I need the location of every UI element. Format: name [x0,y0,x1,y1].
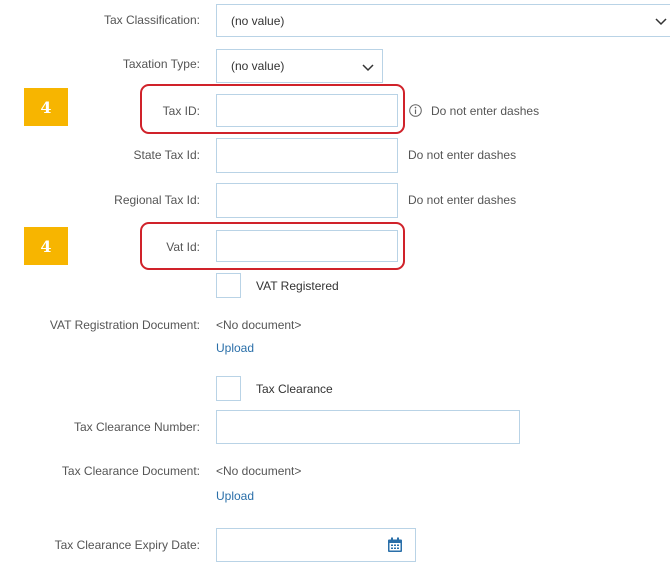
vat-registration-upload-link[interactable]: Upload [216,341,254,355]
taxation-type-select[interactable]: (no value) [216,49,383,83]
tax-clearance-checkbox[interactable] [216,376,241,401]
info-icon [409,104,422,117]
taxation-type-label: Taxation Type: [122,57,200,71]
taxation-type-value: (no value) [231,59,285,73]
state-tax-id-hint: Do not enter dashes [408,148,517,162]
regional-tax-id-label: Regional Tax Id: [114,193,200,207]
tax-id-hint: Do not enter dashes [431,104,540,118]
tax-classification-label: Tax Classification: [103,13,200,27]
vat-registered-checkbox[interactable] [216,273,241,298]
tax-clearance-document-label: Tax Clearance Document: [61,464,200,478]
step-badge: 4 [24,227,68,265]
chevron-down-icon [362,64,374,72]
state-tax-id-label: State Tax Id: [133,148,201,162]
tax-id-highlight [140,84,405,134]
chevron-down-icon [655,18,667,26]
tax-clearance-number-label: Tax Clearance Number: [73,420,200,434]
vat-id-highlight [140,222,405,270]
regional-tax-id-hint: Do not enter dashes [408,193,517,207]
tax-clearance-document-value: <No document> [216,464,302,478]
tax-classification-select[interactable]: (no value) [216,4,670,37]
tax-clearance-label: Tax Clearance [256,382,333,396]
tax-clearance-number-input[interactable] [216,410,520,444]
vat-registration-document-value: <No document> [216,318,302,332]
tax-clearance-expiry-date-label: Tax Clearance Expiry Date: [54,538,200,552]
tax-clearance-upload-link[interactable]: Upload [216,489,254,503]
tax-clearance-expiry-date-input[interactable] [216,528,416,562]
step-badge: 4 [24,88,68,126]
tax-classification-value: (no value) [231,14,285,28]
vat-registration-document-label: VAT Registration Document: [49,318,200,332]
state-tax-id-input[interactable] [216,138,398,173]
regional-tax-id-input[interactable] [216,183,398,218]
vat-registered-label: VAT Registered [256,279,339,293]
calendar-icon[interactable] [387,537,403,553]
